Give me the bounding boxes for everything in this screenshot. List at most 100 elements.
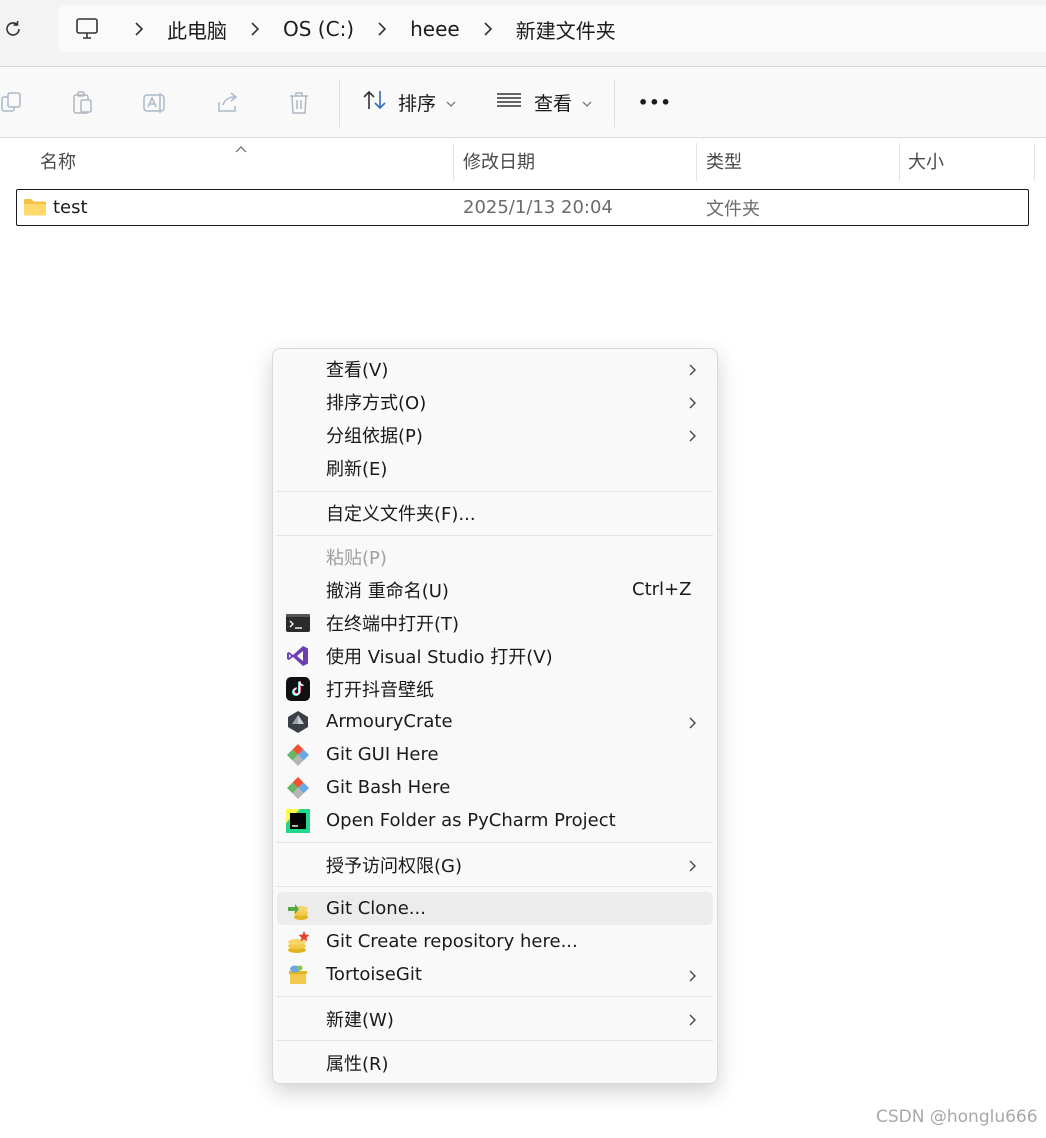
address-bar[interactable]: 此电脑 OS (C:) heee 新建文件夹 [58,6,1046,52]
menu-item-tortoisegit[interactable]: TortoiseGit [277,958,713,991]
file-row[interactable]: test 2025/1/13 20:04 文件夹 [16,189,1029,226]
menu-item-open-with-visual-studio[interactable]: 使用 Visual Studio 打开(V) [277,639,713,672]
column-divider[interactable] [1034,143,1035,181]
column-header-type[interactable]: 类型 [706,141,742,181]
visual-studio-icon [286,644,310,668]
menu-item-label: Git GUI Here [326,744,439,765]
menu-separator [277,491,713,492]
column-divider[interactable] [453,143,454,181]
menu-item-new[interactable]: 新建(W) [277,1002,713,1035]
menu-item-label: 刷新(E) [326,458,388,480]
menu-item-label: 粘贴(P) [326,547,387,569]
sort-button[interactable]: 排序 [362,85,456,119]
tortoisegit-icon [286,963,310,987]
sort-ascending-icon [234,138,248,157]
column-headers: 名称 修改日期 类型 大小 [0,141,1046,181]
git-icon [286,743,310,767]
menu-item-armoury-crate[interactable]: ArmouryCrate [277,705,713,738]
menu-item-paste[interactable]: 粘贴(P) [277,540,713,573]
column-header-size[interactable]: 大小 [908,141,944,181]
menu-item-git-create-repository[interactable]: Git Create repository here... [277,925,713,958]
menu-item-git-bash-here[interactable]: Git Bash Here [277,771,713,804]
tortoisegit-create-icon [286,930,310,954]
breadcrumb-item[interactable]: OS (C:) [274,17,363,41]
chevron-right-icon [687,968,699,982]
menu-item-label: 排序方式(O) [326,392,427,414]
menu-separator [277,886,713,887]
address-area: 此电脑 OS (C:) heee 新建文件夹 [0,0,1046,67]
breadcrumb-item[interactable]: 此电脑 [158,15,236,44]
rename-icon[interactable] [141,89,169,117]
menu-item-customize-folder[interactable]: 自定义文件夹(F)... [277,496,713,529]
chevron-down-icon [582,91,592,113]
menu-item-label: Git Clone... [326,898,426,919]
menu-item-label: 在终端中打开(T) [326,613,460,635]
breadcrumb-item[interactable]: heee [401,17,469,41]
file-type: 文件夹 [706,198,760,220]
chevron-right-icon[interactable] [371,18,393,40]
menu-item-label: 打开抖音壁纸 [326,679,434,701]
more-options-button[interactable]: ••• [638,85,672,119]
chevron-right-icon [687,395,699,409]
chevron-right-icon[interactable] [244,18,266,40]
copy-icon[interactable] [0,89,26,117]
column-header-name[interactable]: 名称 [40,141,76,181]
context-menu: 查看(V) 排序方式(O) 分组依据(P) 刷新(E) 自定义文件夹(F)...… [272,348,718,1084]
menu-item-label: 属性(R) [326,1053,389,1075]
breadcrumb-item[interactable]: 新建文件夹 [507,15,625,44]
menu-item-label: 使用 Visual Studio 打开(V) [326,646,553,668]
menu-item-label: 自定义文件夹(F)... [326,503,476,525]
breadcrumb: 此电脑 OS (C:) heee 新建文件夹 [74,6,625,52]
sort-icon [362,89,388,116]
folder-icon [23,198,47,216]
chevron-right-icon [687,1012,699,1026]
sort-label: 排序 [398,92,437,115]
menu-item-undo-rename[interactable]: 撤消 重命名(U) Ctrl+Z [277,573,713,606]
file-name: test [53,197,88,218]
menu-item-douyin-wallpaper[interactable]: 打开抖音壁纸 [277,672,713,705]
chevron-right-icon [687,858,699,872]
chevron-right-icon [687,362,699,376]
view-list-icon [496,90,522,115]
menu-item-refresh[interactable]: 刷新(E) [277,451,713,484]
chevron-right-icon[interactable] [128,18,150,40]
menu-item-view[interactable]: 查看(V) [277,352,713,385]
view-button[interactable]: 查看 [496,85,592,119]
menu-item-properties[interactable]: 属性(R) [277,1046,713,1079]
share-icon[interactable] [214,89,242,117]
toolbar-divider [614,79,615,127]
menu-separator [277,1040,713,1041]
chevron-down-icon [446,91,456,113]
menu-item-label: 新建(W) [326,1009,394,1031]
menu-item-sort-by[interactable]: 排序方式(O) [277,385,713,418]
column-header-modified[interactable]: 修改日期 [463,141,535,181]
menu-item-label: Git Bash Here [326,777,451,798]
file-modified: 2025/1/13 20:04 [463,197,613,218]
menu-item-group-by[interactable]: 分组依据(P) [277,418,713,451]
refresh-icon[interactable] [2,18,24,40]
menu-item-open-pycharm[interactable]: Open Folder as PyCharm Project [277,804,713,837]
computer-icon[interactable] [74,16,100,42]
toolbar-divider [339,79,340,127]
column-divider[interactable] [696,143,697,181]
command-bar: 排序 查看 ••• [0,67,1046,138]
menu-item-label: Open Folder as PyCharm Project [326,810,616,831]
menu-item-open-in-terminal[interactable]: 在终端中打开(T) [277,606,713,639]
tortoisegit-clone-icon [286,897,310,921]
paste-icon[interactable] [69,89,97,117]
terminal-icon [286,611,310,635]
douyin-icon [286,677,310,701]
menu-item-git-clone[interactable]: Git Clone... [277,892,713,925]
menu-item-label: ArmouryCrate [326,711,453,732]
menu-item-label: TortoiseGit [326,964,422,985]
menu-item-git-gui-here[interactable]: Git GUI Here [277,738,713,771]
armoury-crate-icon [286,710,310,734]
column-divider[interactable] [899,143,900,181]
menu-item-label: 授予访问权限(G) [326,855,462,877]
menu-item-label: Git Create repository here... [326,931,578,952]
menu-item-label: 分组依据(P) [326,425,423,447]
delete-icon[interactable] [285,89,313,117]
menu-separator [277,996,713,997]
chevron-right-icon[interactable] [477,18,499,40]
menu-item-give-access[interactable]: 授予访问权限(G) [277,848,713,881]
